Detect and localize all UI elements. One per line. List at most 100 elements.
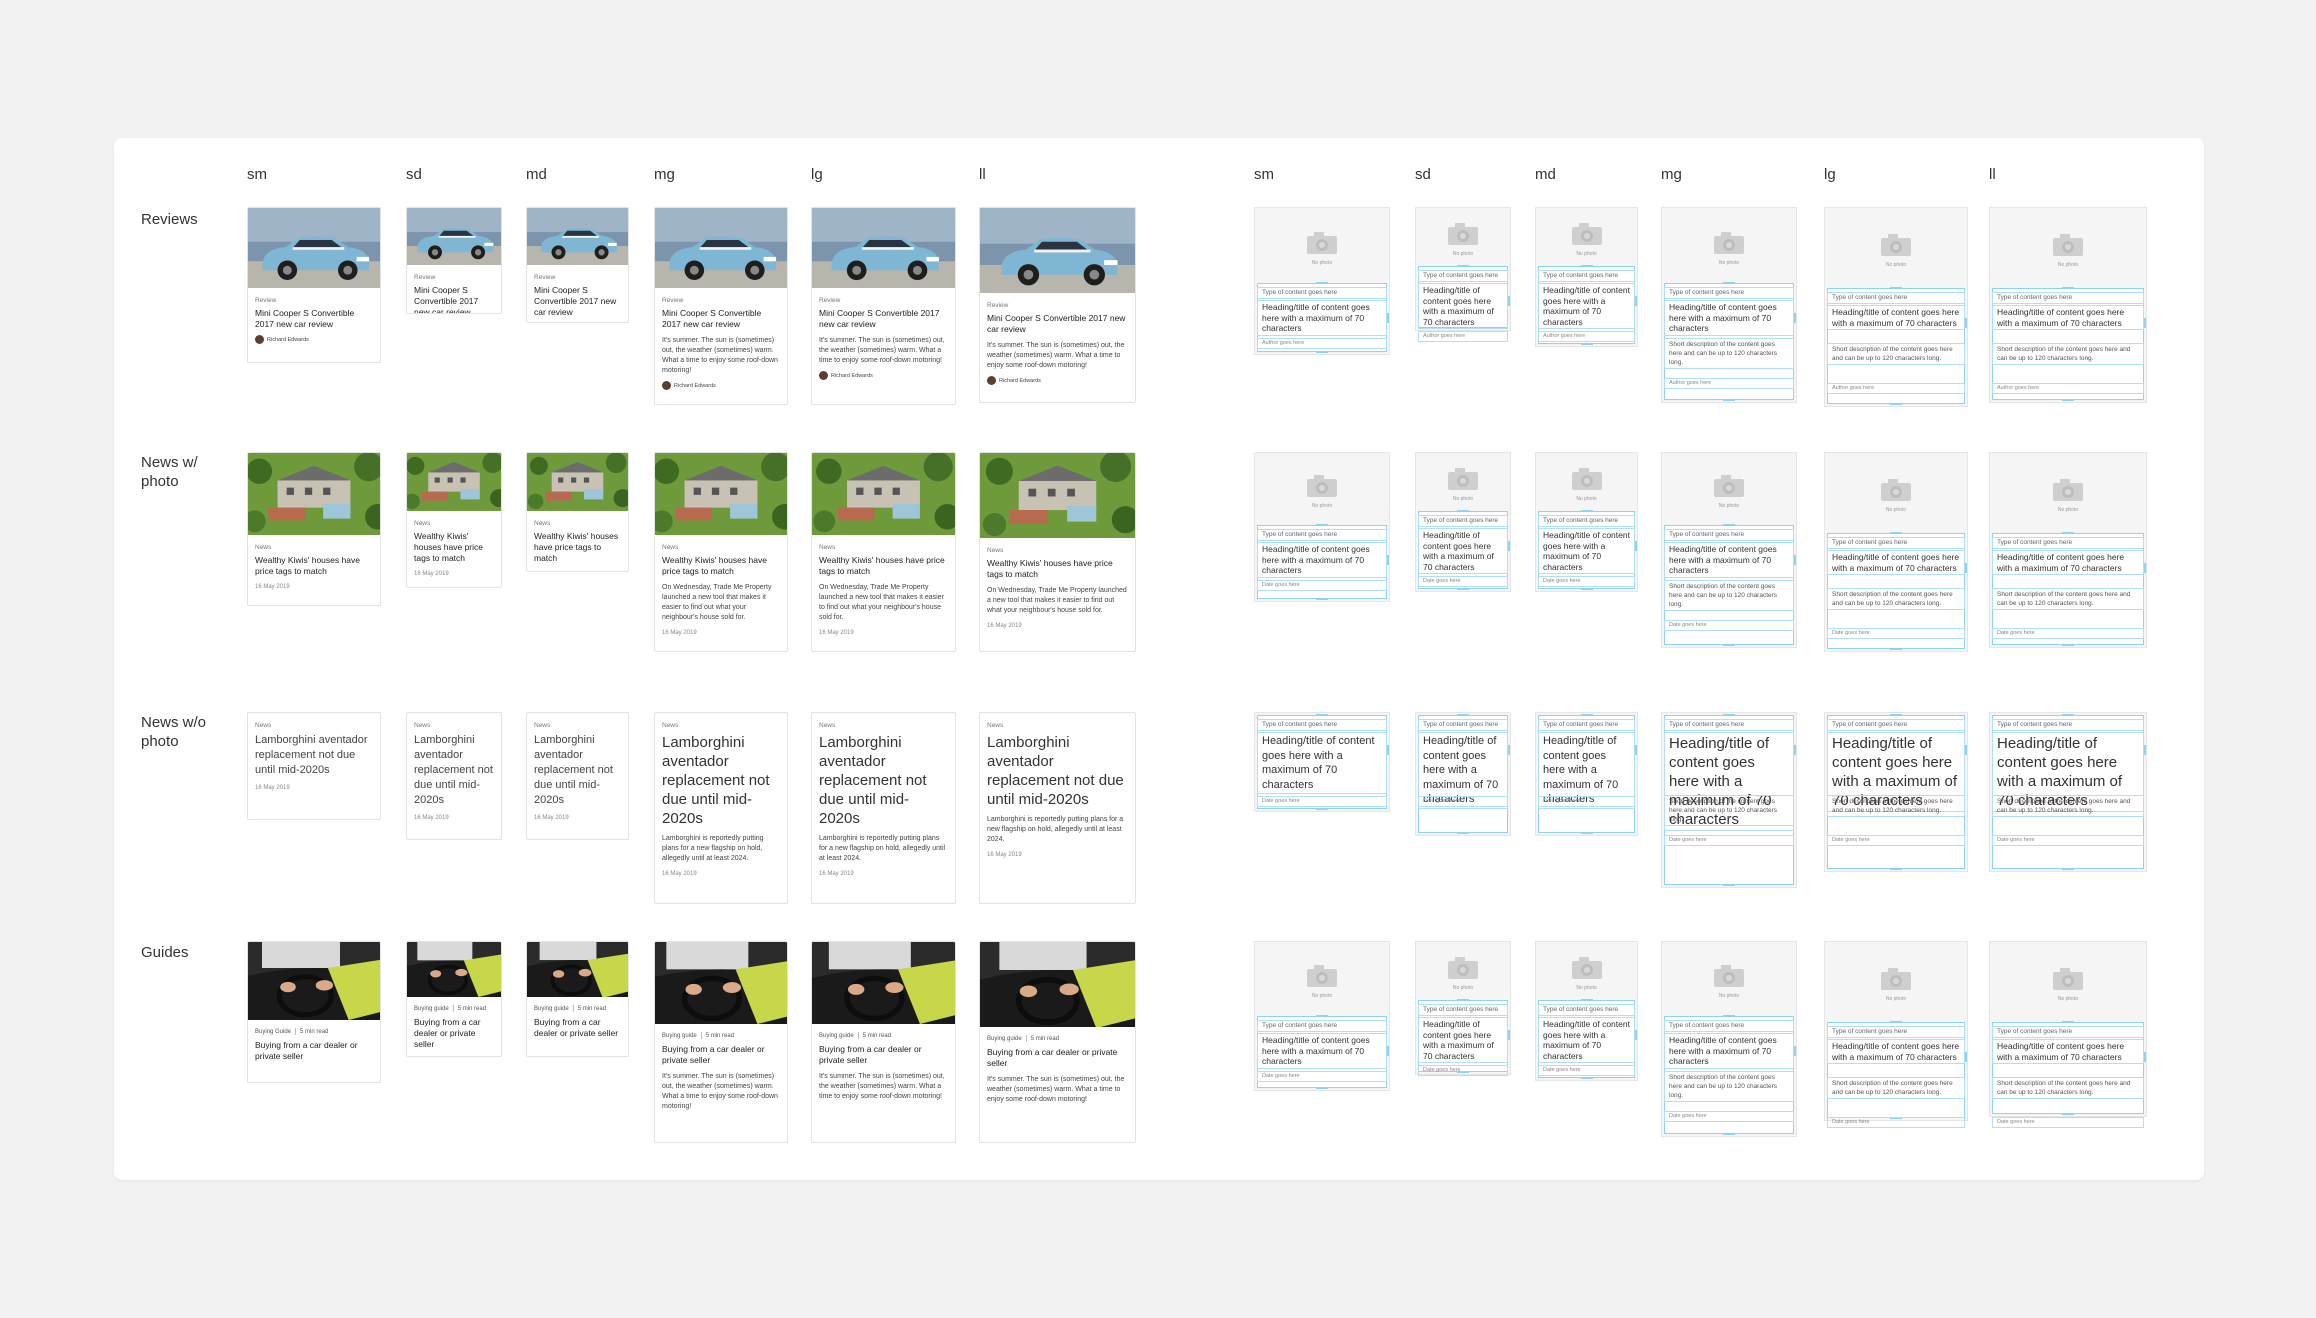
news-photo-card-lg[interactable]: News Wealthy Kiwis' houses have price tag… (811, 452, 956, 652)
reviews-card-lg[interactable]: Review Mini Cooper S Convertible 2017 new… (811, 207, 956, 405)
card-heading[interactable]: Wealthy Kiwis' houses have price tags to… (255, 555, 373, 577)
card-heading[interactable]: Wealthy Kiwis' houses have price tags to… (662, 555, 780, 577)
reviews-card-ll[interactable]: Review Mini Cooper S Convertible 2017 new… (979, 207, 1136, 403)
author: Richard Edwards (255, 335, 373, 344)
card-description: Lamborghini is reportedly putting plans … (819, 835, 946, 862)
column-header-md: md (1535, 166, 1556, 183)
wireframe-text: Heading/title of content goes here with … (1832, 1041, 1960, 1062)
news-nophoto-card-sd[interactable]: News Lamborghini aventador replacement no… (406, 712, 502, 840)
guides-card-sm[interactable]: Buying Guide 5 min read Buying from a car … (247, 941, 381, 1083)
wireframe-card-sd: No photo Type of content goes here Heading… (1415, 941, 1511, 1076)
news-nophoto-card-sm[interactable]: News Lamborghini aventador replacement no… (247, 712, 381, 820)
wireframe-field: Date goes here (1664, 835, 1794, 846)
author-avatar (255, 335, 264, 344)
meta-separator (452, 1005, 454, 1012)
no-photo-label: No photo (1885, 262, 1907, 268)
card-heading[interactable]: Lamborghini aventador replacement not du… (534, 733, 621, 808)
card-heading[interactable]: Wealthy Kiwis' houses have price tags to… (987, 558, 1128, 580)
wireframe-card-mg: No photo Type of content goes here Heading… (1661, 941, 1797, 1137)
news-nophoto-card-lg[interactable]: News Lamborghini aventador replacement no… (811, 712, 956, 904)
card-heading[interactable]: Lamborghini aventador replacement not du… (255, 733, 373, 778)
content-type: Review (414, 274, 436, 281)
card-heading[interactable]: Mini Cooper S Convertible 2017 new car r… (255, 308, 373, 330)
card-heading[interactable]: Lamborghini aventador replacement not du… (987, 733, 1128, 809)
guides-card-sd[interactable]: Buying guide 5 min read Buying from a car … (406, 941, 502, 1057)
news-nophoto-card-mg[interactable]: News Lamborghini aventador replacement no… (654, 712, 788, 904)
card-heading[interactable]: Mini Cooper S Convertible 2017 new car r… (987, 313, 1128, 335)
wireframe-text: Heading/title of content goes here with … (1262, 735, 1375, 791)
news-photo-card-md[interactable]: News Wealthy Kiwis' houses have price tag… (526, 452, 629, 572)
card-heading[interactable]: Wealthy Kiwis' houses have price tags to… (414, 531, 494, 564)
wireframe-field: Short description of the content goes he… (1664, 1070, 1794, 1102)
resize-handle (1965, 745, 1967, 755)
card-heading[interactable]: Wealthy Kiwis' houses have price tags to… (819, 555, 948, 577)
card-image (407, 453, 501, 511)
content-type: News (819, 722, 836, 729)
reviews-card-md[interactable]: Review Mini Cooper S Convertible 2017 new… (526, 207, 629, 323)
card-heading[interactable]: Mini Cooper S Convertible 2017 new car r… (662, 308, 780, 330)
wireframe-field: Type of content goes here (1418, 270, 1508, 282)
guide-tag: Buying guide (987, 1036, 1022, 1043)
wireframe-text: Date goes here (1997, 837, 2035, 843)
wireframe-text: Short description of the content goes he… (1832, 798, 1953, 814)
wireframe-field: Author goes here (1664, 377, 1794, 389)
card-heading[interactable]: Buying from a car dealer or private sell… (819, 1044, 948, 1066)
resize-handle (1508, 745, 1510, 755)
read-time: 5 min read (705, 1033, 735, 1040)
reviews-card-mg[interactable]: Review Mini Cooper S Convertible 2017 new… (654, 207, 788, 405)
card-image (655, 453, 787, 535)
card-heading[interactable]: Lamborghini aventador replacement not du… (414, 733, 494, 808)
news-photo-card-ll[interactable]: News Wealthy Kiwis' houses have price tag… (979, 452, 1136, 652)
guides-card-ll[interactable]: Buying guide 5 min read Buying from a car … (979, 941, 1136, 1143)
news-photo-card-sm[interactable]: News Wealthy Kiwis' houses have price tag… (247, 452, 381, 606)
card-heading[interactable]: Wealthy Kiwis' houses have price tags to… (534, 531, 621, 564)
card-heading[interactable]: Buying from a car dealer or private sell… (255, 1040, 373, 1062)
card-image (248, 942, 380, 1020)
news-nophoto-card-md[interactable]: News Lamborghini aventador replacement no… (526, 712, 629, 840)
news-nophoto-card-ll[interactable]: News Lamborghini aventador replacement no… (979, 712, 1136, 904)
reviews-card-sd[interactable]: Review Mini Cooper S Convertible 2017 new… (406, 207, 502, 314)
no-photo-label: No photo (1452, 985, 1474, 991)
wireframe-field: Short description of the content goes he… (1664, 795, 1794, 826)
card-heading[interactable]: Mini Cooper S Convertible 2017 new car r… (819, 308, 948, 330)
card-body: News Lamborghini aventador replacement no… (987, 721, 1128, 859)
wireframe-card-sm: Type of content goes here Heading/title o… (1254, 712, 1390, 812)
guides-card-md[interactable]: Buying guide 5 min read Buying from a car … (526, 941, 629, 1057)
card-image (812, 942, 955, 1024)
content-type: News (255, 722, 272, 729)
wireframe-text: Date goes here (1423, 1067, 1461, 1073)
guide-meta: Buying guide 5 min read (534, 1005, 621, 1014)
camera-icon (1712, 230, 1746, 258)
card-heading[interactable]: Lamborghini aventador replacement not du… (662, 733, 780, 828)
wireframe-field: Type of content goes here (1664, 1020, 1794, 1032)
guides-card-mg[interactable]: Buying guide 5 min read Buying from a car … (654, 941, 788, 1143)
guides-card-lg[interactable]: Buying guide 5 min read Buying from a car … (811, 941, 956, 1143)
wireframe-field: Heading/title of content goes here with … (1257, 542, 1387, 578)
wireframe-text: Short description of the content goes he… (1669, 1073, 1778, 1099)
card-heading[interactable]: Mini Cooper S Convertible 2017 new car r… (534, 285, 621, 318)
no-photo-label: No photo (1718, 260, 1740, 266)
card-heading[interactable]: Buying from a car dealer or private sell… (662, 1044, 780, 1066)
reviews-card-sm[interactable]: Review Mini Cooper S Convertible 2017 new… (247, 207, 381, 363)
resize-handle (2144, 563, 2146, 573)
card-heading[interactable]: Mini Cooper S Convertible 2017 new car r… (414, 285, 494, 313)
wireframe-field: Short description of the content goes he… (1827, 1076, 1965, 1099)
resize-handle (1794, 1046, 1796, 1056)
news-photo-card-mg[interactable]: News Wealthy Kiwis' houses have price tag… (654, 452, 788, 652)
wireframe-field: Short description of the content goes he… (1992, 795, 2144, 817)
wireframe-text: Short description of the content goes he… (1832, 1079, 1953, 1096)
wireframe-text: Type of content goes here (1669, 1022, 1745, 1029)
card-heading[interactable]: Buying from a car dealer or private sell… (414, 1017, 494, 1050)
wireframe-field: Date goes here (1827, 627, 1965, 639)
wireframe-text: Date goes here (1832, 629, 1870, 636)
card-heading[interactable]: Buying from a car dealer or private sell… (534, 1017, 621, 1039)
resize-handle (2144, 1052, 2146, 1062)
wireframe-card-ll: Type of content goes here Heading/title o… (1989, 712, 2147, 872)
card-heading[interactable]: Lamborghini aventador replacement not du… (819, 733, 948, 828)
card-heading[interactable]: Buying from a car dealer or private sell… (987, 1047, 1128, 1069)
read-time: 5 min read (300, 1029, 329, 1036)
news-photo-card-sd[interactable]: News Wealthy Kiwis' houses have price tag… (406, 452, 502, 588)
camera-icon (2051, 966, 2085, 994)
wireframe-text: Heading/title of content goes here with … (1832, 552, 1960, 573)
card-image (812, 453, 955, 535)
